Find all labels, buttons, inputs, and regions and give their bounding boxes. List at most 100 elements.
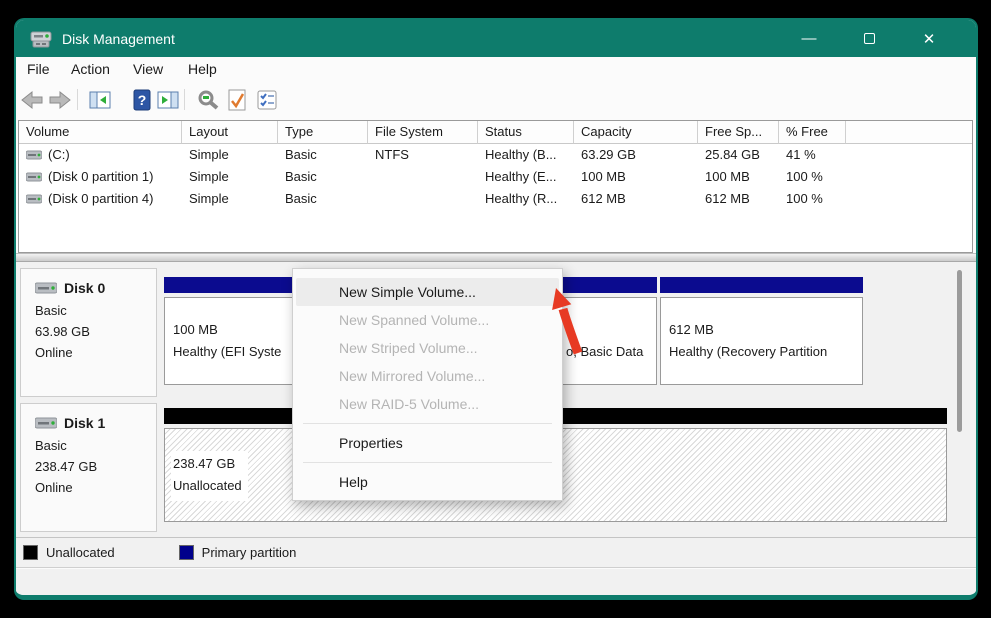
cell: 25.84 GB (698, 144, 779, 166)
volume-icon (26, 150, 42, 160)
disk-management-window: Disk Management — ✕ File Action View Hel… (14, 18, 978, 600)
menu-view[interactable]: View (133, 61, 163, 77)
window-title: Disk Management (62, 31, 175, 47)
cell: Basic (278, 144, 368, 166)
detail-pane-icon[interactable] (156, 88, 180, 112)
disk-status: Online (35, 477, 156, 498)
cell: Simple (182, 166, 278, 188)
menu-item-properties[interactable]: Properties (296, 429, 559, 457)
cell: (Disk 0 partition 4) (48, 188, 153, 210)
partition-size: 100 MB (173, 322, 218, 337)
close-button[interactable]: ✕ (907, 20, 951, 57)
toolbar: ? (16, 83, 976, 116)
menu-item-new-striped-volume: New Striped Volume... (296, 334, 559, 362)
red-annotation-arrow (536, 275, 606, 370)
toolbar-separator (184, 89, 185, 110)
table-row[interactable]: (C:) Simple Basic NTFS Healthy (B... 63.… (19, 144, 972, 166)
column-header[interactable]: % Free (779, 121, 846, 144)
disk-type: Basic (35, 300, 156, 321)
cell: 63.29 GB (574, 144, 698, 166)
menu-file[interactable]: File (27, 61, 50, 77)
console-tree-icon[interactable] (88, 88, 112, 112)
cell: Basic (278, 166, 368, 188)
help-icon[interactable]: ? (130, 88, 154, 112)
partition-recovery[interactable]: 612 MB Healthy (Recovery Partition (660, 297, 863, 385)
context-menu: New Simple Volume... New Spanned Volume.… (292, 268, 563, 501)
primary-partition-swatch (179, 545, 194, 560)
partition-status: Healthy (EFI Syste (173, 344, 281, 359)
unallocated-swatch (23, 545, 38, 560)
forward-arrow-icon[interactable] (48, 88, 72, 112)
cell: Healthy (E... (478, 166, 574, 188)
svg-text:?: ? (138, 92, 147, 108)
disk1-label-box[interactable]: Disk 1 Basic 238.47 GB Online (20, 403, 157, 532)
cell: (C:) (48, 144, 70, 166)
cell: 612 MB (574, 188, 698, 210)
legend-label: Unallocated (46, 545, 115, 560)
cell: 41 % (779, 144, 846, 166)
menu-item-new-simple-volume[interactable]: New Simple Volume... (296, 278, 559, 306)
cell: NTFS (368, 144, 478, 166)
column-header[interactable]: Free Sp... (698, 121, 779, 144)
disk0-label-box[interactable]: Disk 0 Basic 63.98 GB Online (20, 268, 157, 397)
menu-help[interactable]: Help (188, 61, 217, 77)
partition-size: 612 MB (669, 322, 714, 337)
disk-status: Online (35, 342, 156, 363)
partition-efi[interactable]: 100 MB Healthy (EFI Syste (164, 297, 296, 385)
cell (368, 188, 478, 210)
column-header[interactable]: File System (368, 121, 478, 144)
cell: 100 % (779, 188, 846, 210)
rescan-icon[interactable] (196, 88, 220, 112)
table-row[interactable]: (Disk 0 partition 4) Simple Basic Health… (19, 188, 972, 210)
partition-color-bar (660, 277, 863, 293)
unallocated-label: Unallocated (173, 475, 242, 497)
status-area (16, 569, 976, 595)
volume-table-header: Volume Layout Type File System Status Ca… (19, 121, 972, 144)
cell: 100 % (779, 166, 846, 188)
cell (368, 166, 478, 188)
cell: (Disk 0 partition 1) (48, 166, 153, 188)
cell: Simple (182, 144, 278, 166)
maximize-button[interactable] (847, 20, 891, 57)
vertical-scrollbar[interactable] (957, 270, 962, 432)
minimize-button[interactable]: — (787, 20, 831, 57)
partition-status: Healthy (Recovery Partition (669, 344, 827, 359)
menu-separator (303, 462, 552, 463)
checklist-icon[interactable] (255, 88, 279, 112)
toolbar-separator (77, 89, 78, 110)
disk-size: 63.98 GB (35, 321, 156, 342)
cell: Simple (182, 188, 278, 210)
disk-size: 238.47 GB (35, 456, 156, 477)
menu-bar: File Action View Help (16, 57, 976, 83)
partition-color-bar (164, 277, 296, 293)
disk-name: Disk 0 (64, 280, 105, 296)
menu-item-help[interactable]: Help (296, 468, 559, 496)
disk-icon (35, 417, 57, 429)
menu-item-new-raid5-volume: New RAID-5 Volume... (296, 390, 559, 418)
column-header[interactable]: Layout (182, 121, 278, 144)
volume-list-pane: Volume Layout Type File System Status Ca… (18, 120, 973, 253)
cell: Healthy (R... (478, 188, 574, 210)
disk-type: Basic (35, 435, 156, 456)
pane-splitter[interactable] (16, 253, 976, 262)
menu-action[interactable]: Action (71, 61, 110, 77)
disk-name: Disk 1 (64, 415, 105, 431)
cell: 100 MB (574, 166, 698, 188)
column-header[interactable]: Type (278, 121, 368, 144)
menu-separator (303, 423, 552, 424)
cell: Basic (278, 188, 368, 210)
check-document-icon[interactable] (225, 88, 249, 112)
volume-icon (26, 194, 42, 204)
legend-bar: Unallocated Primary partition (16, 537, 976, 568)
table-row[interactable]: (Disk 0 partition 1) Simple Basic Health… (19, 166, 972, 188)
menu-item-new-spanned-volume: New Spanned Volume... (296, 306, 559, 334)
volume-icon (26, 172, 42, 182)
disk-icon (35, 282, 57, 294)
column-header[interactable] (846, 121, 972, 144)
cell: Healthy (B... (478, 144, 574, 166)
column-header[interactable]: Capacity (574, 121, 698, 144)
column-header[interactable]: Status (478, 121, 574, 144)
menu-item-new-mirrored-volume: New Mirrored Volume... (296, 362, 559, 390)
back-arrow-icon[interactable] (20, 88, 44, 112)
column-header[interactable]: Volume (19, 121, 182, 144)
